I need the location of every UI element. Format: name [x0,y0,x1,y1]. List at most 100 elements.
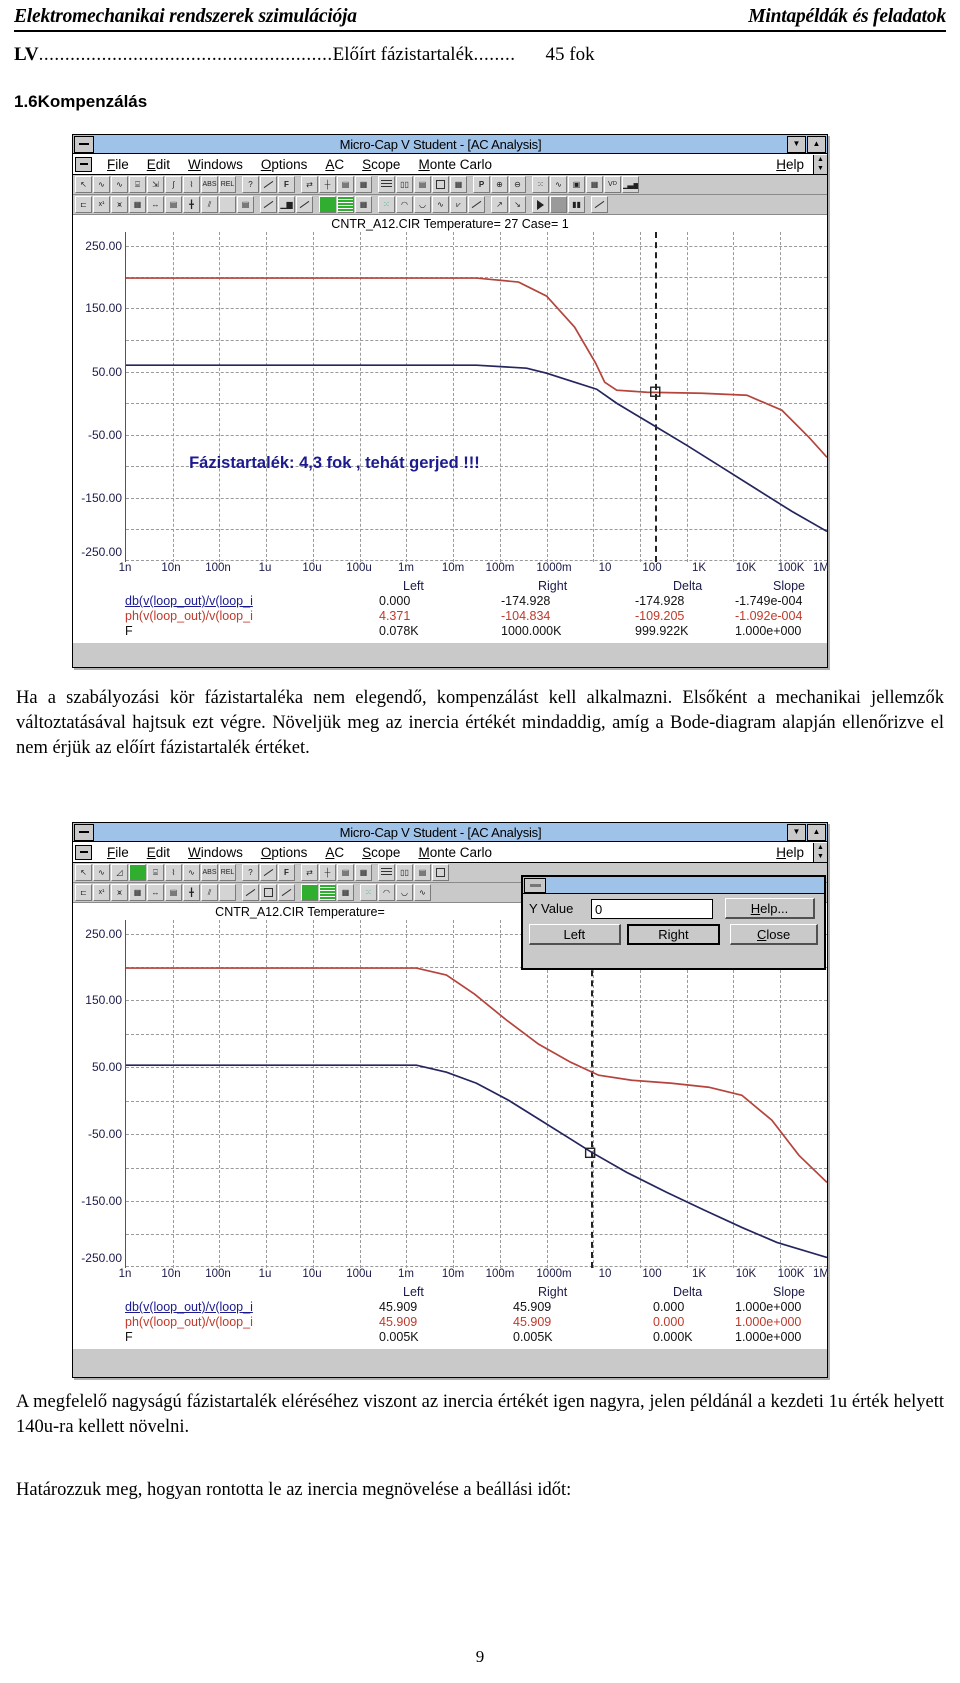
green-lines-icon[interactable] [319,884,336,901]
select-arrow-icon[interactable]: ↖ [75,176,92,193]
waveform-icon[interactable]: ∿ [111,176,128,193]
chart2-plot-area[interactable] [125,920,827,1268]
abs-icon[interactable]: ABS [201,864,218,881]
fill-green-icon[interactable] [319,196,336,213]
menu-scroll-arrows[interactable]: ▲ ▼ [813,154,827,174]
jump-right-icon[interactable]: ↗ [491,196,508,213]
integral-icon[interactable]: ∫ [165,176,182,193]
ruler-icon[interactable]: ▤ [337,176,354,193]
tile-vertical-icon[interactable]: ▯▯ [396,176,413,193]
menubar-1[interactable]: FFileile Edit Windows Options AC Scope M… [73,154,827,175]
chart1-plot-area[interactable]: Fázistartalék: 4,3 fok , tehát gerjed !!… [125,232,827,562]
spike-curve-icon[interactable]: ⩗ [450,196,467,213]
y-value-input[interactable]: 0 [591,898,713,919]
help-question-icon[interactable]: ? [242,864,259,881]
measure-width-icon[interactable]: ↔ [147,884,164,901]
scale-icon[interactable]: ⌸ [129,176,146,193]
derivative-icon[interactable]: ∿ [183,864,200,881]
histogram-icon[interactable]: ▁▆ [278,196,295,213]
numeric-output-icon[interactable]: ▦ [586,176,603,193]
cursor-icon[interactable]: ⇲ [147,176,164,193]
diagonal-icon[interactable] [468,196,485,213]
zoom-out-icon[interactable]: ⊖ [509,176,526,193]
waveform-view-icon[interactable]: ∿ [550,176,567,193]
grid-dense-icon[interactable]: ▦ [355,196,372,213]
close-button[interactable]: Close [730,924,818,945]
trend-line-icon[interactable] [296,196,313,213]
slope-line-icon[interactable] [242,884,259,901]
menu-ac[interactable]: AC [325,845,344,860]
menu-help[interactable]: Help [776,845,804,860]
select-arrow-icon[interactable]: ↖ [75,864,92,881]
scatter-points-icon[interactable]: ⁙ [378,196,395,213]
tile-vertical-icon[interactable]: ▯▯ [396,864,413,881]
maximize-icon[interactable]: ▲ [807,823,826,841]
play-run-icon[interactable] [532,196,549,213]
pause-icon[interactable] [550,196,567,213]
menu-windows[interactable]: Windows [188,845,243,860]
new-window-icon[interactable] [432,864,449,881]
stop-icon[interactable]: ▮▮ [568,196,585,213]
menu-options[interactable]: Options [261,157,308,172]
grid-dense-icon[interactable]: ▦ [337,884,354,901]
cursor-mode-icon[interactable]: ⊏ [75,196,92,213]
superscript-icon[interactable]: x¹ [93,884,110,901]
box-icon[interactable] [260,884,277,901]
jump-down-icon[interactable]: ↘ [509,196,526,213]
table-icon[interactable]: ▤ [165,196,182,213]
noise-curve-icon[interactable]: ∿ [432,196,449,213]
peak-icon[interactable]: ⩙ [111,196,128,213]
trend-line-icon[interactable] [278,884,295,901]
menu-monte-carlo[interactable]: Monte Carlo [418,845,492,860]
rel-icon[interactable]: REL [219,864,236,881]
peak-icon[interactable]: ⩙ [111,884,128,901]
step-icon[interactable] [591,196,608,213]
probe-p-icon[interactable]: P [473,176,490,193]
microcap-window-1[interactable]: Micro-Cap V Student - [AC Analysis] ▼ ▲ … [72,134,829,668]
menu-file[interactable]: FFileile [107,157,129,172]
component-icon[interactable]: ∿ [93,176,110,193]
clipboard-icon[interactable]: ▦ [355,864,372,881]
fill-icon[interactable] [260,864,277,881]
clipboard-icon[interactable]: ▦ [355,176,372,193]
measure-width-icon[interactable]: ↔ [147,196,164,213]
left-button[interactable]: Left [529,924,621,945]
cursor-icon[interactable]: ⌸ [147,864,164,881]
component-icon[interactable]: ∿ [93,864,110,881]
data-points-icon[interactable]: ⁙ [532,176,549,193]
hatch-icon[interactable]: ⫽ [201,884,218,901]
waveform-icon[interactable]: ◿ [111,864,128,881]
voltage-icon[interactable]: VD [604,176,621,193]
rel-icon[interactable]: REL [219,176,236,193]
bell-curve-icon[interactable]: ◠ [396,196,413,213]
scale-green-icon[interactable] [129,864,146,881]
dotted-grid-icon[interactable]: ▦ [129,884,146,901]
crosshair-icon[interactable]: ╋ [183,884,200,901]
zoom-in-icon[interactable]: ⊕ [491,176,508,193]
table-icon[interactable]: ▤ [165,884,182,901]
system-menu-icon[interactable] [75,156,92,172]
menu-help[interactable]: Help [776,157,804,172]
minimize-icon[interactable] [74,135,94,153]
grid-table-icon[interactable]: ▦ [450,176,467,193]
formula-f-icon[interactable]: F [278,176,295,193]
system-menu-icon[interactable] [75,844,92,860]
restore-down-icon[interactable]: ▼ [787,823,806,841]
crosshair-icon[interactable]: ╋ [183,196,200,213]
menu-monte-carlo[interactable]: Monte Carlo [418,157,492,172]
menu-scroll-arrows[interactable]: ▲ ▼ [813,842,827,862]
bar-chart-icon[interactable]: ▁▃▅ [622,176,639,193]
cursor-mode-icon[interactable]: ⊏ [75,884,92,901]
ruler-icon[interactable]: ▤ [337,864,354,881]
fill-green-icon[interactable] [301,884,318,901]
menu-scope[interactable]: Scope [362,845,400,860]
fill-icon[interactable] [260,176,277,193]
scatter-points-icon[interactable]: ⁙ [360,884,377,901]
derivative-icon[interactable]: ⌇ [183,176,200,193]
valley-curve-icon[interactable]: ◡ [414,196,431,213]
valley-curve-icon[interactable]: ◡ [396,884,413,901]
blank-panel-icon[interactable] [219,884,236,901]
menubar-2[interactable]: File Edit Windows Options AC Scope Monte… [73,842,827,863]
y-value-dialog[interactable]: Y Value 0 Help... Left Right Close [521,875,826,970]
menu-windows[interactable]: Windows [188,157,243,172]
